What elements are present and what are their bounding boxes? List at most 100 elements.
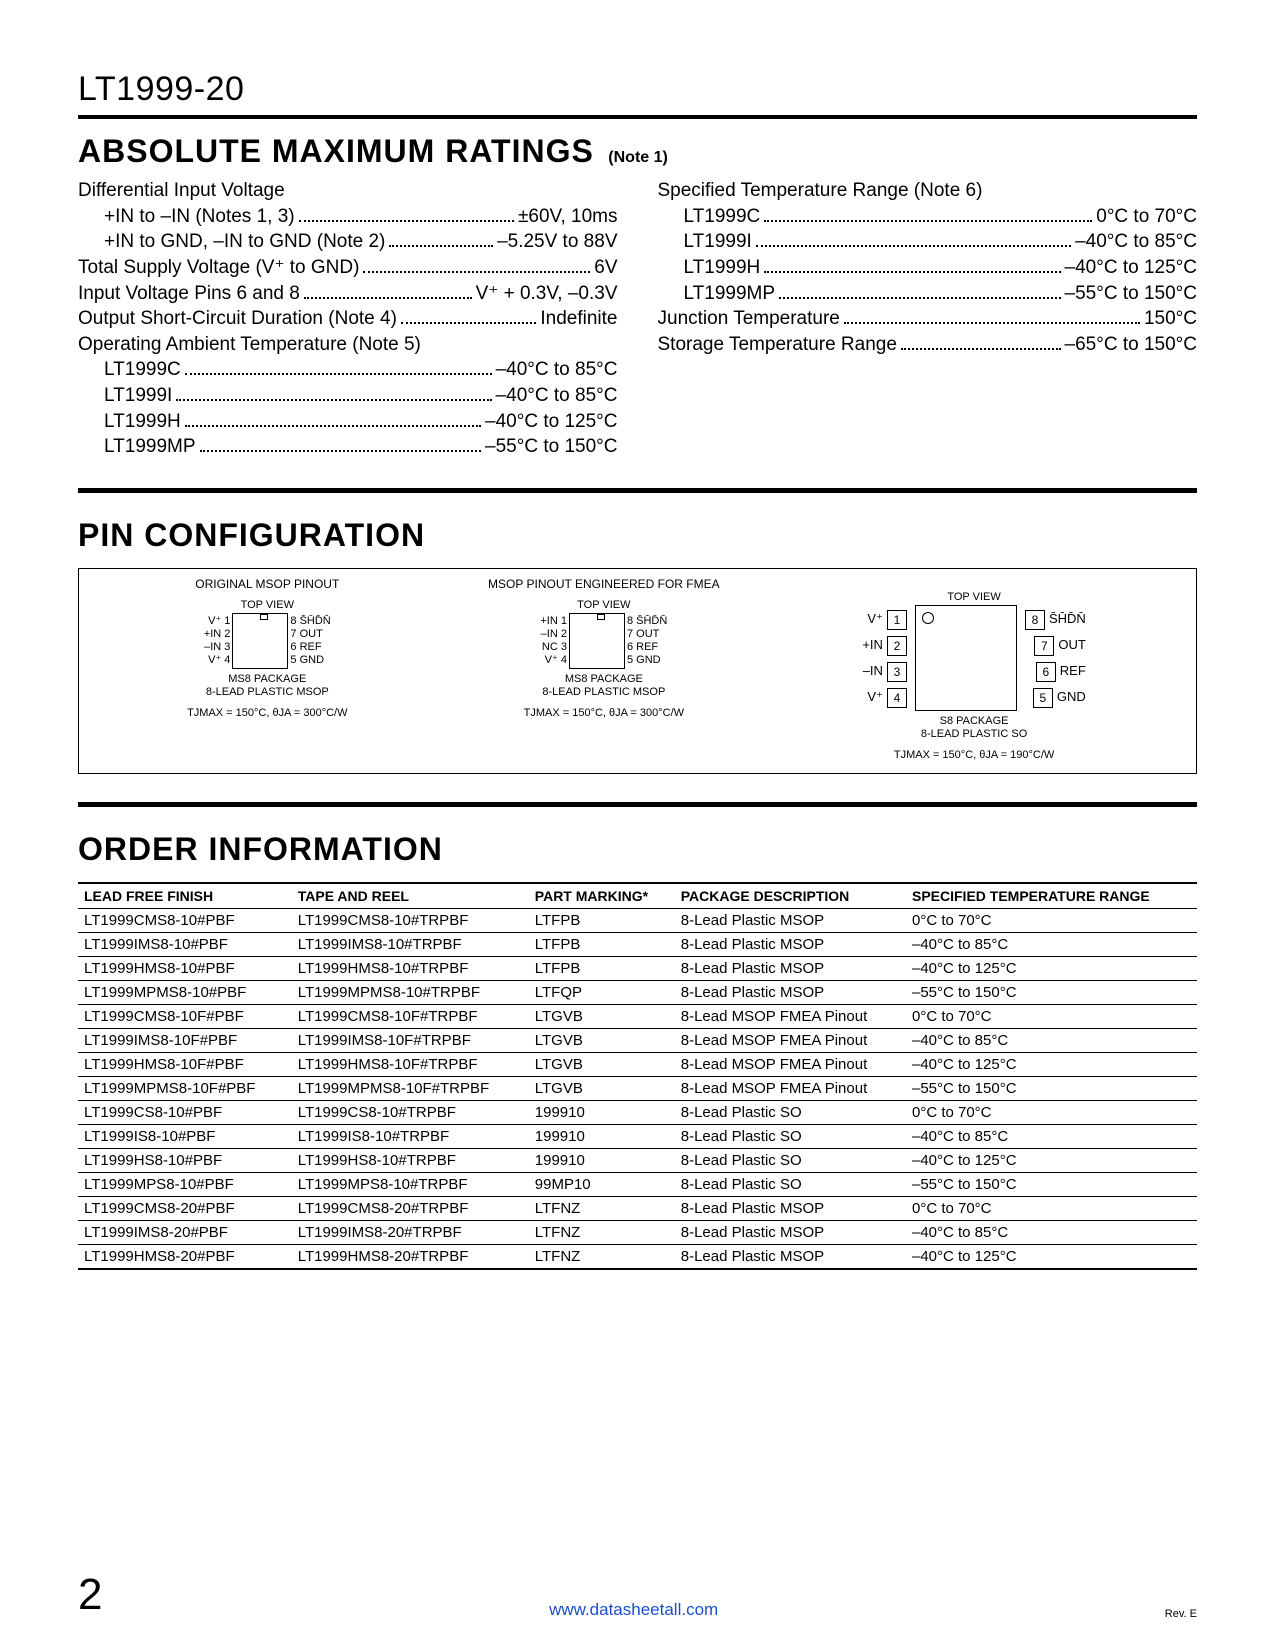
- spec-value: V⁺ + 0.3V, –0.3V: [476, 281, 618, 307]
- package-subname: 8-LEAD PLASTIC MSOP: [206, 686, 329, 699]
- table-cell: LTGVB: [529, 1053, 675, 1077]
- table-cell: –40°C to 85°C: [906, 933, 1197, 957]
- spec-value: –40°C to 85°C: [496, 357, 618, 383]
- spec-label: Storage Temperature Range: [658, 332, 897, 358]
- table-cell: LT1999IS8-10#TRPBF: [292, 1125, 529, 1149]
- thermal-info: TJMAX = 150°C, θJA = 190°C/W: [894, 749, 1054, 761]
- spec-label: LT1999MP: [684, 281, 776, 307]
- spec-label: LT1999H: [684, 255, 761, 281]
- package-name: S8 PACKAGE: [921, 715, 1027, 728]
- section-rule: [78, 802, 1197, 807]
- part-number: LT1999-20: [78, 70, 1197, 109]
- package-msop-fmea: MSOP PINOUT ENGINEERED FOR FMEA TOP VIEW…: [436, 577, 773, 761]
- table-cell: LT1999CS8-10#PBF: [78, 1101, 292, 1125]
- spec-value: –55°C to 150°C: [1065, 281, 1197, 307]
- table-cell: LT1999CMS8-20#PBF: [78, 1197, 292, 1221]
- table-row: LT1999MPMS8-10F#PBFLT1999MPMS8-10F#TRPBF…: [78, 1077, 1197, 1101]
- table-cell: 199910: [529, 1101, 675, 1125]
- table-cell: 8-Lead Plastic MSOP: [675, 957, 906, 981]
- table-cell: LT1999IMS8-10F#TRPBF: [292, 1029, 529, 1053]
- table-cell: LT1999IMS8-10#PBF: [78, 933, 292, 957]
- table-cell: LTGVB: [529, 1029, 675, 1053]
- spec-value: 0°C to 70°C: [1096, 204, 1197, 230]
- spec-label: Input Voltage Pins 6 and 8: [78, 281, 300, 307]
- top-view-label: TOP VIEW: [241, 599, 294, 611]
- spec-label: Junction Temperature: [658, 306, 840, 332]
- table-cell: 8-Lead Plastic MSOP: [675, 1197, 906, 1221]
- table-cell: LTFPB: [529, 909, 675, 933]
- table-cell: LT1999MPS8-10#PBF: [78, 1173, 292, 1197]
- table-cell: LT1999CMS8-10#TRPBF: [292, 909, 529, 933]
- table-cell: LTFPB: [529, 933, 675, 957]
- table-cell: 8-Lead Plastic SO: [675, 1125, 906, 1149]
- package-title: MSOP PINOUT ENGINEERED FOR FMEA: [488, 577, 720, 591]
- table-cell: LTFPB: [529, 957, 675, 981]
- table-row: LT1999HS8-10#PBFLT1999HS8-10#TRPBF199910…: [78, 1149, 1197, 1173]
- section-pin-title: PIN CONFIGURATION: [78, 517, 425, 554]
- table-cell: –40°C to 85°C: [906, 1029, 1197, 1053]
- table-cell: LT1999MPMS8-10#PBF: [78, 981, 292, 1005]
- page-number: 2: [78, 1570, 102, 1620]
- table-cell: LT1999CS8-10#TRPBF: [292, 1101, 529, 1125]
- table-cell: LT1999IS8-10#PBF: [78, 1125, 292, 1149]
- table-row: LT1999IMS8-20#PBFLT1999IMS8-20#TRPBFLTFN…: [78, 1221, 1197, 1245]
- spec-label: +IN to –IN (Notes 1, 3): [104, 204, 295, 230]
- table-cell: LT1999IMS8-10F#PBF: [78, 1029, 292, 1053]
- spec-label: Output Short-Circuit Duration (Note 4): [78, 306, 397, 332]
- table-cell: LT1999IMS8-20#TRPBF: [292, 1221, 529, 1245]
- table-cell: 8-Lead Plastic MSOP: [675, 933, 906, 957]
- package-name: MS8 PACKAGE: [542, 673, 665, 686]
- table-cell: 0°C to 70°C: [906, 1005, 1197, 1029]
- table-cell: LT1999HS8-10#TRPBF: [292, 1149, 529, 1173]
- section-abs-note: (Note 1): [608, 149, 668, 166]
- pins-left: V⁺ 1+IN 2–IN 3V⁺ 4: [204, 615, 231, 668]
- table-header: LEAD FREE FINISH: [78, 883, 292, 909]
- table-row: LT1999HMS8-10F#PBFLT1999HMS8-10F#TRPBFLT…: [78, 1053, 1197, 1077]
- package-title: ORIGINAL MSOP PINOUT: [195, 577, 339, 591]
- top-view-label: TOP VIEW: [947, 591, 1000, 603]
- spec-header: Specified Temperature Range (Note 6): [658, 178, 1198, 204]
- table-cell: LTGVB: [529, 1077, 675, 1101]
- table-cell: 0°C to 70°C: [906, 909, 1197, 933]
- pins-left: +IN 1–IN 2NC 3V⁺ 4: [540, 615, 567, 668]
- pins-left: V⁺1 +IN2 –IN3 V⁺4: [862, 606, 911, 710]
- table-cell: LT1999HMS8-10F#PBF: [78, 1053, 292, 1077]
- table-cell: LT1999IMS8-10#TRPBF: [292, 933, 529, 957]
- table-cell: LT1999CMS8-20#TRPBF: [292, 1197, 529, 1221]
- spec-label: LT1999C: [104, 357, 181, 383]
- table-cell: LT1999MPS8-10#TRPBF: [292, 1173, 529, 1197]
- table-cell: LT1999MPMS8-10#TRPBF: [292, 981, 529, 1005]
- top-view-label: TOP VIEW: [577, 599, 630, 611]
- pin-config-box: ORIGINAL MSOP PINOUT TOP VIEW V⁺ 1+IN 2–…: [78, 568, 1197, 774]
- abs-ratings-block: Differential Input Voltage +IN to –IN (N…: [78, 178, 1197, 460]
- revision: Rev. E: [1165, 1608, 1197, 1620]
- spec-value: –5.25V to 88V: [497, 229, 617, 255]
- table-cell: 8-Lead MSOP FMEA Pinout: [675, 1053, 906, 1077]
- table-cell: –55°C to 150°C: [906, 1173, 1197, 1197]
- package-msop-original: ORIGINAL MSOP PINOUT TOP VIEW V⁺ 1+IN 2–…: [99, 577, 436, 761]
- spec-value: –40°C to 125°C: [485, 409, 617, 435]
- table-cell: 8-Lead Plastic MSOP: [675, 909, 906, 933]
- spec-value: –40°C to 85°C: [1075, 229, 1197, 255]
- chip-icon: [915, 605, 1017, 711]
- package-subname: 8-LEAD PLASTIC MSOP: [542, 686, 665, 699]
- table-cell: 8-Lead Plastic MSOP: [675, 1221, 906, 1245]
- table-cell: 199910: [529, 1149, 675, 1173]
- table-cell: 199910: [529, 1125, 675, 1149]
- table-cell: LT1999HS8-10#PBF: [78, 1149, 292, 1173]
- table-row: LT1999CS8-10#PBFLT1999CS8-10#TRPBF199910…: [78, 1101, 1197, 1125]
- table-cell: 0°C to 70°C: [906, 1197, 1197, 1221]
- table-row: LT1999CMS8-10#PBFLT1999CMS8-10#TRPBFLTFP…: [78, 909, 1197, 933]
- section-rule: [78, 488, 1197, 493]
- table-cell: LT1999HMS8-10F#TRPBF: [292, 1053, 529, 1077]
- spec-value: Indefinite: [540, 306, 617, 332]
- package-name: MS8 PACKAGE: [206, 673, 329, 686]
- datasheet-link[interactable]: www.datasheetall.com: [102, 1600, 1164, 1620]
- thermal-info: TJMAX = 150°C, θJA = 300°C/W: [187, 707, 347, 719]
- table-cell: 8-Lead Plastic SO: [675, 1101, 906, 1125]
- spec-header: Differential Input Voltage: [78, 178, 618, 204]
- spec-label: LT1999C: [684, 204, 761, 230]
- table-row: LT1999CMS8-20#PBFLT1999CMS8-20#TRPBFLTFN…: [78, 1197, 1197, 1221]
- table-cell: LT1999HMS8-20#PBF: [78, 1245, 292, 1270]
- table-cell: LT1999CMS8-10#PBF: [78, 909, 292, 933]
